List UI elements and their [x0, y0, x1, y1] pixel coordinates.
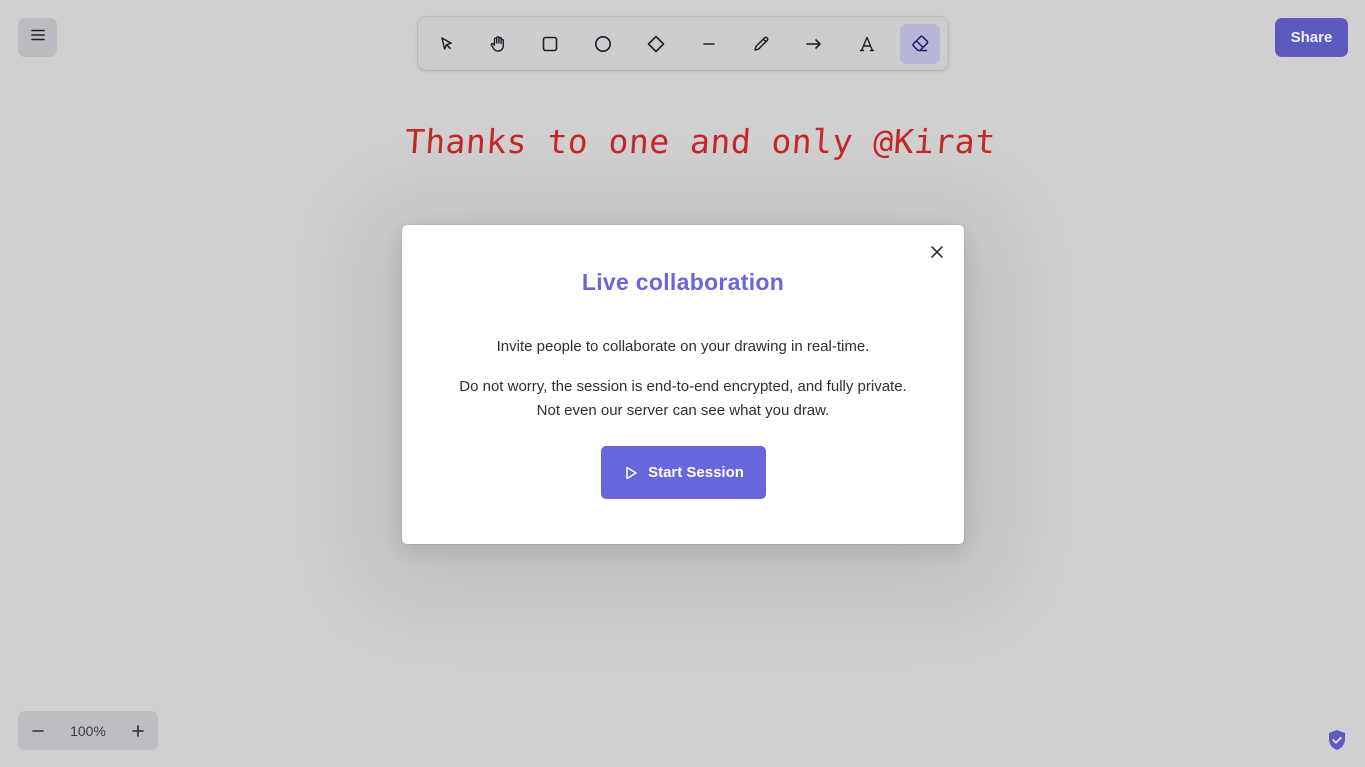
line-icon [703, 43, 715, 45]
tool-text[interactable] [847, 24, 887, 64]
hand-icon [490, 36, 504, 52]
tool-eraser[interactable] [900, 24, 940, 64]
tool-diamond[interactable] [636, 24, 676, 64]
tool-arrow[interactable] [794, 24, 834, 64]
diamond-icon [647, 35, 665, 53]
dialog-privacy-note: Do not worry, the session is end-to-end … [459, 378, 907, 419]
dialog-description: Invite people to collaborate on your dra… [496, 338, 870, 355]
start-session-label: Start Session [648, 464, 744, 481]
start-session-button[interactable]: Start Session [601, 446, 766, 499]
circle-icon [595, 36, 611, 52]
dialog-title: Live collaboration [581, 269, 785, 295]
plus-icon [132, 724, 144, 737]
arrow-icon [806, 39, 821, 49]
hamburger-icon [30, 27, 46, 48]
play-icon [626, 466, 637, 479]
main-menu-button[interactable] [18, 18, 57, 57]
zoom-level[interactable]: 100% [58, 711, 118, 750]
close-dialog-button[interactable] [926, 241, 948, 263]
tool-hand[interactable] [478, 24, 518, 64]
pencil-icon [754, 36, 769, 51]
shield-check-icon [1329, 730, 1345, 750]
encryption-shield-button[interactable] [1326, 728, 1348, 752]
square-icon [542, 36, 558, 52]
eraser-icon [912, 35, 929, 52]
close-icon [931, 246, 943, 258]
tool-ellipse[interactable] [583, 24, 623, 64]
tool-rectangle[interactable] [530, 24, 570, 64]
zoom-in-button[interactable] [118, 711, 158, 750]
zoom-out-button[interactable] [18, 711, 58, 750]
minus-icon [32, 729, 44, 732]
share-button[interactable]: Share [1275, 18, 1348, 57]
pointer-icon [441, 37, 452, 50]
text-icon [859, 36, 875, 52]
canvas-heading-text[interactable]: Thanks to one and only @Kirat [404, 122, 997, 161]
zoom-controls: 100% [18, 711, 158, 750]
shapes-toolbar [418, 17, 948, 70]
tool-line[interactable] [689, 24, 729, 64]
tool-selection[interactable] [426, 24, 466, 64]
tool-draw[interactable] [741, 24, 781, 64]
live-collaboration-dialog: Live collaboration Invite people to coll… [402, 225, 964, 544]
